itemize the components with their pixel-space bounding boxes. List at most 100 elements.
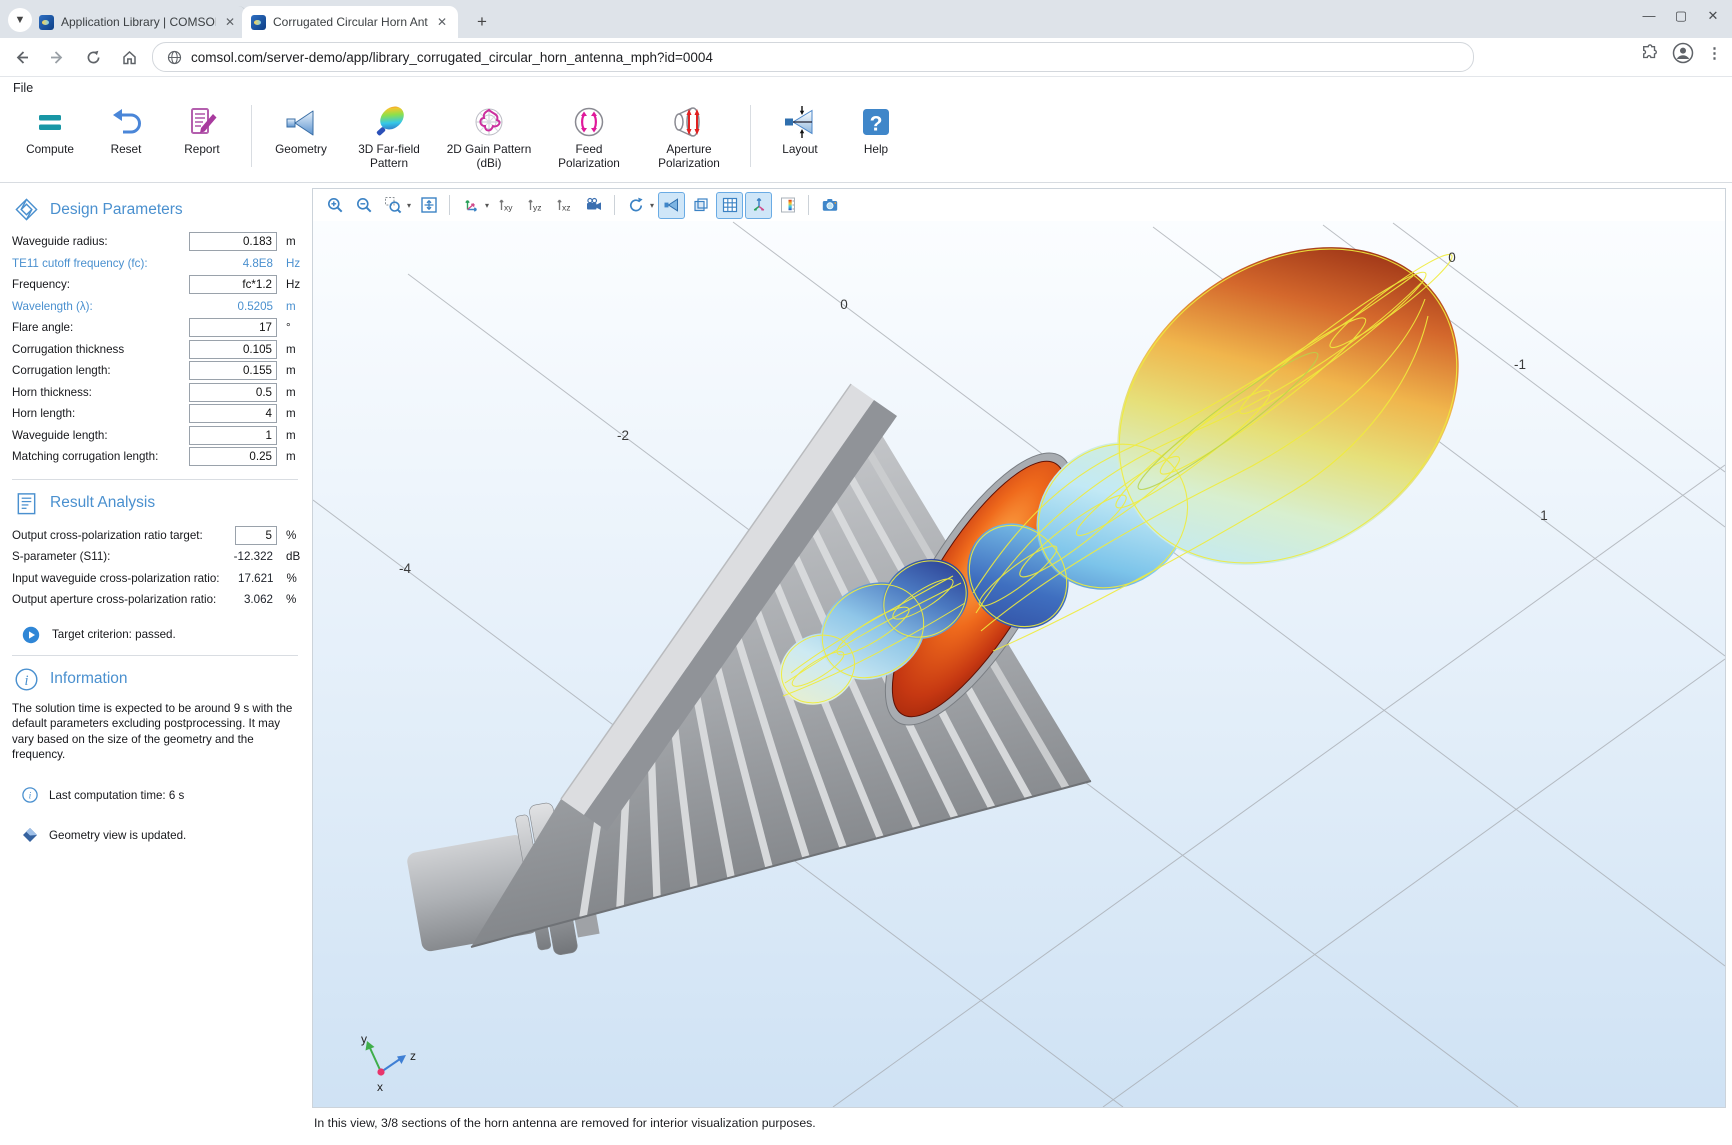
grid-icon[interactable]: [716, 192, 743, 219]
parameter-label: Corrugation thickness: [12, 343, 191, 356]
svg-text:-4: -4: [399, 561, 411, 576]
compute-button[interactable]: Compute: [12, 99, 88, 157]
maximize-button[interactable]: ▢: [1666, 8, 1696, 24]
ribbon-separator: [750, 105, 751, 167]
3d-scene-canvas[interactable]: 0 -2 -4 0 -1 1 y z x: [313, 221, 1725, 1107]
svg-text:?: ?: [870, 113, 883, 136]
parameter-input[interactable]: [235, 526, 277, 545]
svg-text:i: i: [24, 672, 28, 688]
tab-horn-antenna[interactable]: Corrugated Circular Horn Anten ✕: [242, 6, 458, 38]
back-button[interactable]: [6, 42, 36, 72]
parameter-label: Output aperture cross-polarization ratio…: [12, 593, 219, 606]
rotate-view-icon[interactable]: [622, 192, 649, 219]
forward-button[interactable]: [42, 42, 72, 72]
color-legend-icon[interactable]: < /g>: [774, 192, 801, 219]
parameter-unit: m: [277, 386, 308, 399]
farfield3d-button[interactable]: 3D Far-field Pattern: [339, 99, 439, 171]
layout-button[interactable]: Layout: [762, 99, 838, 157]
tab-strip: ▼ Application Library | COMSOL S ✕ Corru…: [0, 0, 1732, 38]
reset-icon: [108, 104, 144, 140]
help-button[interactable]: ?Help: [838, 99, 914, 157]
parameter-input[interactable]: [189, 275, 277, 294]
svg-text:0: 0: [1448, 250, 1456, 265]
feedpol-button[interactable]: Feed Polarization: [539, 99, 639, 171]
parameter-input[interactable]: [189, 318, 277, 337]
chevron-down-icon[interactable]: ▾: [407, 201, 411, 210]
last-computation-note: i Last computation time: 6 s: [22, 787, 308, 803]
settings-sidebar: Design Parameters Waveguide radius:mTE11…: [0, 183, 308, 1145]
minimize-button[interactable]: —: [1634, 8, 1664, 23]
parameter-label: Matching corrugation length:: [12, 450, 191, 463]
tab-close-icon[interactable]: ✕: [223, 15, 237, 29]
default-3d-view-icon[interactable]: [457, 192, 484, 219]
xz-view-icon[interactable]: xz: [551, 192, 578, 219]
parameter-row: TE11 cutoff frequency (fc):4.8E8Hz: [12, 253, 308, 275]
aperturepol-button[interactable]: Aperture Polarization: [639, 99, 739, 171]
parameter-row: Wavelength (λ):0.5205m: [12, 296, 308, 318]
parameter-row: Flare angle:°: [12, 317, 308, 339]
ribbon-button-label: Layout: [782, 143, 817, 157]
chevron-down-icon[interactable]: ▾: [650, 201, 654, 210]
parameter-input[interactable]: [189, 340, 277, 359]
yz-view-icon[interactable]: yz: [522, 192, 549, 219]
movie-camera-icon[interactable]: [580, 192, 607, 219]
parameter-input[interactable]: [189, 447, 277, 466]
parameter-row: Horn length:m: [12, 403, 308, 425]
axis-orientation-icon[interactable]: [745, 192, 772, 219]
parameter-input[interactable]: [189, 383, 277, 402]
geometry-button[interactable]: Geometry: [263, 99, 339, 157]
zoom-box-icon[interactable]: [379, 192, 406, 219]
profile-avatar-icon[interactable]: [1672, 42, 1694, 64]
parameter-value: 4.8E8: [191, 257, 277, 270]
parameter-value: 3.062: [219, 593, 277, 606]
parameter-input[interactable]: [189, 426, 277, 445]
section-divider: [12, 655, 298, 656]
file-menu[interactable]: File: [13, 81, 33, 95]
parameter-input[interactable]: [189, 232, 277, 251]
reload-button[interactable]: [78, 42, 108, 72]
parameter-label: Waveguide length:: [12, 429, 191, 442]
url-text: comsol.com/server-demo/app/library_corru…: [191, 50, 713, 65]
geometry-updated-note: Geometry view is updated.: [22, 827, 308, 843]
help-icon: ?: [858, 104, 894, 140]
zoom-out-icon[interactable]: [350, 192, 377, 219]
layout-icon: [782, 104, 818, 140]
parameter-unit: m: [277, 235, 308, 248]
parameter-input[interactable]: [189, 361, 277, 380]
close-button[interactable]: ✕: [1698, 8, 1728, 24]
parameter-value: 0.5205: [191, 300, 277, 313]
scene-light-icon[interactable]: [658, 192, 685, 219]
svg-text:i: i: [29, 792, 32, 802]
parameter-unit: %: [277, 593, 308, 606]
new-tab-button[interactable]: +: [470, 10, 494, 34]
url-bar[interactable]: comsol.com/server-demo/app/library_corru…: [152, 42, 1474, 72]
parameter-input[interactable]: [189, 404, 277, 423]
parameter-label: Horn thickness:: [12, 386, 191, 399]
transparency-icon[interactable]: [687, 192, 714, 219]
note-text: Last computation time: 6 s: [49, 789, 184, 802]
gain2d-button[interactable]: 2D Gain Pattern (dBi): [439, 99, 539, 171]
tab-close-icon[interactable]: ✕: [435, 15, 449, 29]
zoom-in-icon[interactable]: [321, 192, 348, 219]
report-button[interactable]: Report: [164, 99, 240, 157]
comsol-favicon-icon: [39, 15, 54, 30]
ribbon-button-label: Feed Polarization: [546, 143, 632, 171]
svg-text:yz: yz: [533, 203, 542, 213]
tab-search-button[interactable]: ▼: [8, 8, 32, 32]
snapshot-camera-icon[interactable]: [816, 192, 843, 219]
browser-window: ▼ Application Library | COMSOL S ✕ Corru…: [0, 0, 1732, 1145]
chevron-down-icon[interactable]: ▾: [485, 201, 489, 210]
report-icon: [184, 104, 220, 140]
parameter-unit: °: [277, 321, 308, 334]
tab-application-library[interactable]: Application Library | COMSOL S ✕: [30, 6, 247, 38]
reset-button[interactable]: Reset: [88, 99, 164, 157]
xy-view-icon[interactable]: xy: [493, 192, 520, 219]
zoom-extents-icon[interactable]: [415, 192, 442, 219]
parameter-label: Input waveguide cross-polarization ratio…: [12, 572, 220, 585]
parameter-label: Horn length:: [12, 407, 191, 420]
parameter-label: Wavelength (λ):: [12, 300, 191, 313]
home-button[interactable]: [114, 42, 144, 72]
kebab-menu-icon[interactable]: ⋮: [1707, 44, 1722, 62]
svg-text:0: 0: [840, 297, 848, 312]
extensions-icon[interactable]: [1641, 44, 1659, 62]
